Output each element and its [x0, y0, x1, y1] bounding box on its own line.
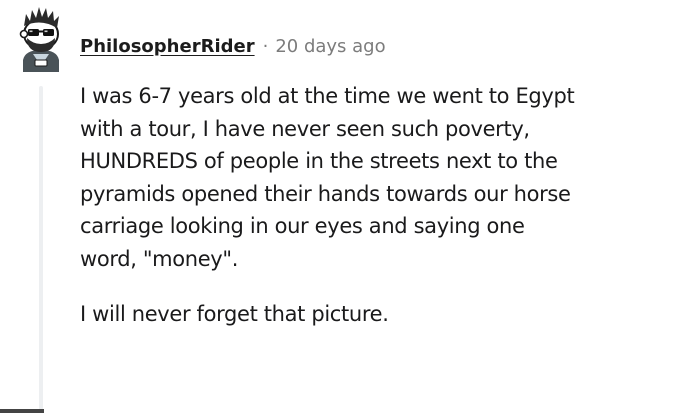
- comment-line: I will never forget that picture.: [80, 302, 389, 326]
- comment-meta: PhilosopherRider · 20 days ago: [80, 30, 386, 62]
- comment-line: HUNDREDS of people in the streets next t…: [80, 149, 558, 173]
- comment-line: pyramids opened their hands towards our …: [80, 181, 571, 206]
- comment-line: I was 6-7 years old at the time we went …: [80, 84, 575, 108]
- comment-paragraph: I will never forget that picture.: [80, 298, 690, 331]
- username-link[interactable]: PhilosopherRider: [80, 36, 255, 57]
- thread-collapse-line[interactable]: [39, 86, 43, 413]
- comment-body: I was 6-7 years old at the time we went …: [80, 80, 690, 331]
- user-avatar-icon[interactable]: [13, 4, 69, 72]
- comment-paragraph: I was 6-7 years old at the time we went …: [80, 80, 690, 275]
- comment-timestamp[interactable]: 20 days ago: [275, 36, 385, 57]
- comment: PhilosopherRider · 20 days ago I was 6-7…: [0, 0, 700, 413]
- comment-line: with a tour, I have never seen such pove…: [80, 116, 530, 141]
- comment-line: word, "money".: [80, 246, 239, 271]
- comment-line: carriage looking in our eyes and saying …: [80, 214, 525, 238]
- meta-separator: ·: [262, 35, 269, 57]
- scroll-indicator: [0, 409, 44, 413]
